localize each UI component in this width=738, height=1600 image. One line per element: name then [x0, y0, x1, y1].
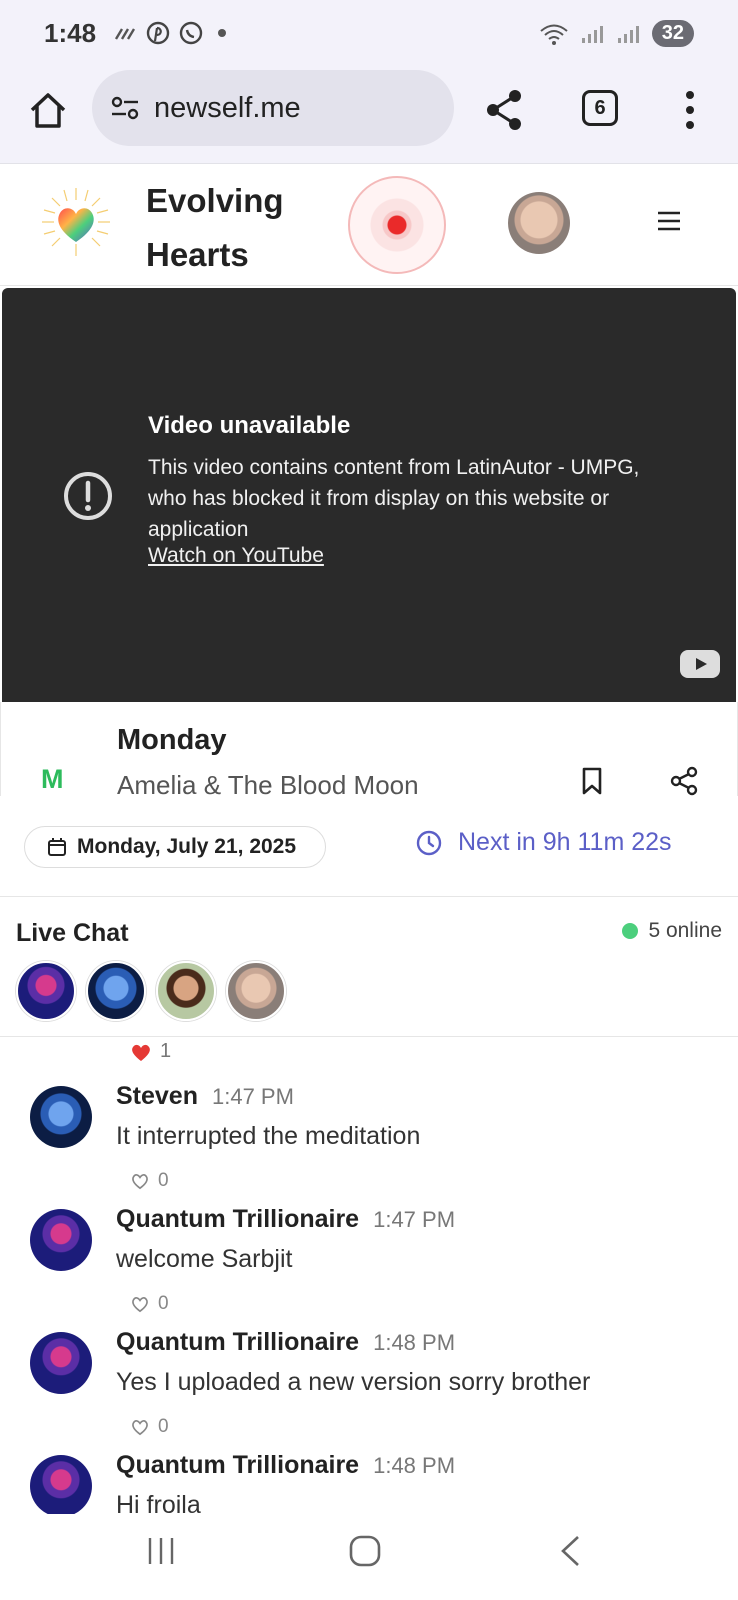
countdown-text: Next in 9h 11m 22s: [458, 828, 672, 856]
wifi-icon: [540, 24, 568, 45]
watch-on-youtube-link[interactable]: Watch on YouTube: [148, 544, 324, 568]
online-count-text: 5 online: [648, 919, 722, 942]
home-icon[interactable]: [26, 88, 70, 132]
warning-icon: [64, 472, 112, 520]
system-icons: 32: [538, 20, 694, 47]
next-countdown: Next in 9h 11m 22s: [416, 828, 672, 857]
address-bar[interactable]: newself.me: [92, 70, 454, 146]
user-avatar[interactable]: [508, 192, 570, 254]
heart-outline-icon[interactable]: [130, 1418, 150, 1436]
chat-message: Steven 1:47 PM It interrupted the meditat…: [0, 1078, 738, 1201]
avatar[interactable]: [16, 961, 76, 1021]
video-player[interactable]: Video unavailable This video contains co…: [2, 288, 736, 702]
url-text[interactable]: newself.me: [154, 92, 301, 125]
chat-messages[interactable]: Steven 1:47 PM It interrupted the meditat…: [0, 1078, 738, 1514]
cell-signal-icon: [581, 25, 603, 43]
site-header: Evolving Hearts: [0, 164, 738, 286]
avatar[interactable]: [86, 961, 146, 1021]
like-button[interactable]: 0: [130, 1170, 169, 1192]
now-playing-info: M Monday Amelia & The Blood Moon: [0, 702, 738, 800]
share-icon[interactable]: [669, 766, 699, 796]
live-indicator-icon[interactable]: [348, 176, 446, 274]
track-initial: M: [41, 764, 64, 794]
bookmark-icon[interactable]: [581, 766, 603, 796]
calendar-icon: [48, 838, 66, 856]
message-author: Quantum Trillionaire 1:48 PM: [116, 1451, 456, 1479]
pinterest-icon: [146, 21, 170, 45]
message-time: 1:48 PM: [373, 1453, 456, 1478]
tabs-button[interactable]: 6: [582, 90, 618, 126]
back-icon[interactable]: [558, 1534, 582, 1568]
message-author: Steven 1:47 PM: [116, 1082, 294, 1110]
like-button[interactable]: 0: [130, 1416, 169, 1438]
battery-indicator: 32: [651, 20, 694, 47]
system-navigation-bar: [0, 1514, 738, 1600]
avatar[interactable]: [226, 961, 286, 1021]
like-count: 0: [158, 1293, 169, 1314]
clock-icon: [416, 830, 442, 855]
avatar[interactable]: [156, 961, 216, 1021]
live-chat-header: Live Chat 5 online: [0, 896, 738, 1021]
avatar[interactable]: [30, 1332, 92, 1394]
message-text: welcome Sarbjit: [116, 1245, 293, 1273]
chat-message: Quantum Trillionaire 1:48 PM Yes I upload…: [0, 1324, 738, 1447]
chat-message: Quantum Trillionaire 1:47 PM welcome Sarb…: [0, 1201, 738, 1324]
heart-outline-icon[interactable]: [130, 1295, 150, 1313]
divider: [0, 1036, 738, 1037]
avatar[interactable]: [30, 1209, 92, 1271]
like-count: 1: [160, 1040, 172, 1062]
message-likes[interactable]: 1: [130, 1040, 171, 1063]
site-title[interactable]: Evolving Hearts: [146, 174, 306, 282]
video-error-message: This video contains content from LatinAu…: [148, 456, 640, 541]
message-text: It interrupted the meditation: [116, 1122, 421, 1150]
like-count: 0: [158, 1416, 169, 1437]
like-count: 0: [158, 1170, 169, 1191]
notification-icons: [112, 20, 226, 46]
track-day: Monday: [117, 724, 227, 756]
message-author: Quantum Trillionaire 1:47 PM: [116, 1205, 456, 1233]
more-menu-icon[interactable]: [680, 88, 700, 132]
like-button[interactable]: 0: [130, 1293, 169, 1315]
track-title: Amelia & The Blood Moon: [117, 770, 419, 800]
avatar[interactable]: [30, 1086, 92, 1148]
whatsapp-icon: [179, 21, 203, 45]
message-time: 1:47 PM: [211, 1084, 294, 1109]
online-avatars: [16, 961, 286, 1021]
share-icon[interactable]: [484, 88, 524, 132]
online-dot-icon: [622, 923, 639, 939]
heart-filled-icon[interactable]: [130, 1042, 152, 1062]
site-settings-icon[interactable]: [110, 94, 140, 122]
recent-apps-icon[interactable]: [144, 1534, 178, 1568]
home-nav-icon[interactable]: [348, 1534, 382, 1568]
message-text: Yes I uploaded a new version sorry broth…: [116, 1368, 591, 1396]
date-selector[interactable]: Monday, July 21, 2025: [24, 826, 326, 868]
heart-logo-icon[interactable]: [40, 186, 112, 258]
message-author: Quantum Trillionaire 1:48 PM: [116, 1328, 456, 1356]
youtube-icon[interactable]: [680, 650, 720, 678]
avatar[interactable]: [30, 1455, 92, 1514]
live-chat-title: Live Chat: [16, 919, 129, 947]
browser-toolbar: newself.me 6: [0, 66, 738, 164]
message-time: 1:47 PM: [373, 1207, 456, 1232]
chat-message: Quantum Trillionaire 1:48 PM Hi froila: [0, 1447, 738, 1514]
date-text: Monday, July 21, 2025: [77, 835, 297, 858]
signal-off-icon: [114, 28, 136, 40]
dot-icon: [218, 29, 226, 37]
message-time: 1:48 PM: [373, 1330, 456, 1355]
status-bar: 1:48 32: [0, 0, 738, 66]
status-time: 1:48: [44, 18, 97, 48]
heart-outline-icon[interactable]: [130, 1172, 150, 1190]
video-error-title: Video unavailable: [148, 412, 351, 439]
cell-signal-icon: [617, 25, 639, 43]
online-count: 5 online: [622, 919, 722, 943]
hamburger-menu-icon[interactable]: [656, 210, 682, 232]
message-text: Hi froila: [116, 1491, 201, 1514]
